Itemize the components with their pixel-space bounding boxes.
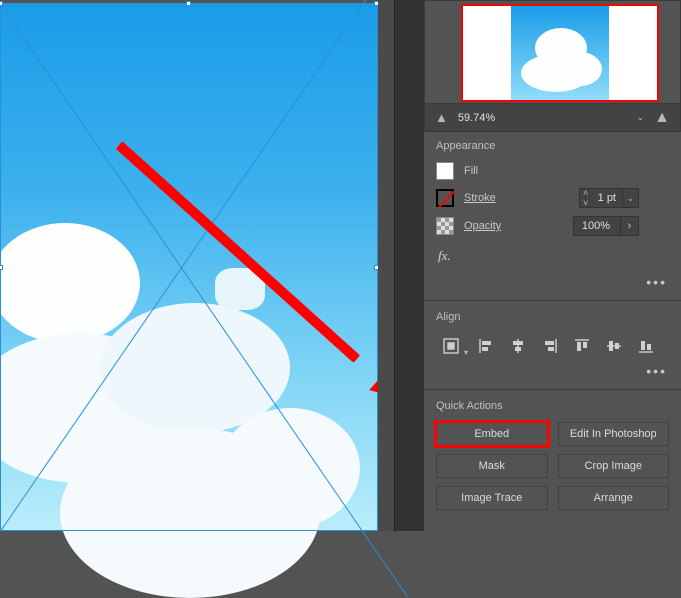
fill-label: Fill: [464, 165, 478, 177]
stroke-label[interactable]: Stroke: [464, 192, 496, 204]
fx-button[interactable]: fx.: [424, 240, 681, 272]
stepper-icon[interactable]: ˄˅: [580, 188, 592, 208]
zoom-out-icon[interactable]: ▲: [435, 110, 448, 125]
embed-button[interactable]: Embed: [436, 422, 548, 446]
align-bottom-icon[interactable]: [634, 335, 658, 357]
chevron-right-icon[interactable]: ›: [620, 217, 638, 235]
align-vcenter-icon[interactable]: [602, 335, 626, 357]
align-top-icon[interactable]: [570, 335, 594, 357]
divider: [424, 389, 681, 390]
cloud: [535, 28, 587, 68]
divider: [424, 300, 681, 301]
zoom-dropdown-icon[interactable]: ⌄: [637, 112, 645, 123]
align-buttons-row: [424, 329, 681, 361]
navigator-zoom-bar: ▲ 59.74% ⌄ ▲: [425, 103, 680, 131]
stroke-swatch[interactable]: [436, 189, 454, 207]
stroke-row: Stroke ˄˅ 1 pt ⌄: [424, 184, 681, 212]
right-panels: ▲ 59.74% ⌄ ▲ Appearance Fill Stroke ˄˅ 1…: [424, 0, 681, 531]
opacity-row: Opacity 100% ›: [424, 212, 681, 240]
appearance-section-label: Appearance: [424, 132, 681, 158]
mask-button[interactable]: Mask: [436, 454, 548, 478]
quick-actions-section-label: Quick Actions: [424, 392, 681, 418]
opacity-value: 100%: [574, 220, 620, 232]
stroke-weight-input[interactable]: ˄˅ 1 pt ⌄: [579, 188, 639, 208]
crop-image-button[interactable]: Crop Image: [558, 454, 670, 478]
stroke-weight-value: 1 pt: [592, 192, 622, 204]
align-hcenter-icon[interactable]: [506, 335, 530, 357]
align-right-icon[interactable]: [538, 335, 562, 357]
properties-panel: Appearance Fill Stroke ˄˅ 1 pt ⌄ Opacity…: [424, 132, 681, 520]
fill-row: Fill: [424, 158, 681, 184]
fill-swatch[interactable]: [436, 162, 454, 180]
navigator-panel: ▲ 59.74% ⌄ ▲: [424, 0, 681, 132]
canvas-area[interactable]: [0, 0, 378, 531]
navigator-view[interactable]: [461, 4, 659, 102]
edit-in-photoshop-button[interactable]: Edit In Photoshop: [558, 422, 670, 446]
align-left-icon[interactable]: [474, 335, 498, 357]
selection-handle[interactable]: [0, 1, 3, 6]
image-trace-button[interactable]: Image Trace: [436, 486, 548, 510]
chevron-down-icon[interactable]: ⌄: [622, 189, 638, 207]
opacity-label[interactable]: Opacity: [464, 220, 501, 232]
selection-handle[interactable]: [0, 265, 3, 270]
opacity-swatch[interactable]: [436, 217, 454, 235]
selection-handle[interactable]: [186, 1, 191, 6]
arrange-button[interactable]: Arrange: [558, 486, 670, 510]
more-options-icon[interactable]: •••: [424, 361, 681, 387]
quick-actions-grid: Embed Edit In Photoshop Mask Crop Image …: [424, 418, 681, 520]
align-section-label: Align: [424, 303, 681, 329]
zoom-in-icon[interactable]: ▲: [654, 109, 670, 127]
panel-gutter: [394, 0, 424, 531]
artboard-image[interactable]: [0, 3, 378, 531]
cloud: [0, 223, 140, 343]
vertical-scrollbar[interactable]: [378, 0, 394, 531]
align-to-button[interactable]: [436, 335, 466, 357]
opacity-input[interactable]: 100% ›: [573, 216, 639, 236]
more-options-icon[interactable]: •••: [424, 272, 681, 298]
zoom-value[interactable]: 59.74%: [454, 112, 499, 124]
